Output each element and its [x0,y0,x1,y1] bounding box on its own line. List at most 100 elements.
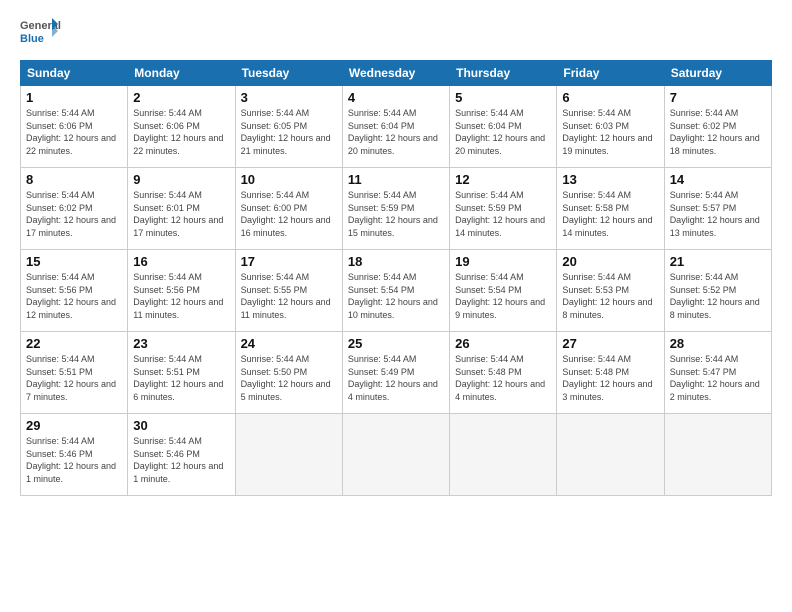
day-number: 16 [133,254,229,269]
col-header-saturday: Saturday [664,61,771,86]
day-number: 22 [26,336,122,351]
day-number: 28 [670,336,766,351]
day-info: Sunrise: 5:44 AMSunset: 5:59 PMDaylight:… [348,189,444,239]
day-number: 11 [348,172,444,187]
day-number: 25 [348,336,444,351]
calendar-cell [342,414,449,496]
day-number: 17 [241,254,337,269]
day-number: 21 [670,254,766,269]
calendar-cell: 13 Sunrise: 5:44 AMSunset: 5:58 PMDayligh… [557,168,664,250]
day-info: Sunrise: 5:44 AMSunset: 5:56 PMDaylight:… [26,271,122,321]
day-info: Sunrise: 5:44 AMSunset: 5:54 PMDaylight:… [348,271,444,321]
day-info: Sunrise: 5:44 AMSunset: 6:04 PMDaylight:… [348,107,444,157]
day-number: 6 [562,90,658,105]
calendar-cell: 20 Sunrise: 5:44 AMSunset: 5:53 PMDayligh… [557,250,664,332]
header: General Blue [20,16,772,50]
week-row-3: 22 Sunrise: 5:44 AMSunset: 5:51 PMDayligh… [21,332,772,414]
day-info: Sunrise: 5:44 AMSunset: 5:53 PMDaylight:… [562,271,658,321]
calendar-cell: 22 Sunrise: 5:44 AMSunset: 5:51 PMDayligh… [21,332,128,414]
day-number: 23 [133,336,229,351]
calendar-cell [450,414,557,496]
col-header-sunday: Sunday [21,61,128,86]
day-info: Sunrise: 5:44 AMSunset: 6:06 PMDaylight:… [26,107,122,157]
calendar-cell: 30Sunrise: 5:44 AMSunset: 5:46 PMDayligh… [128,414,235,496]
calendar-cell: 10 Sunrise: 5:44 AMSunset: 6:00 PMDayligh… [235,168,342,250]
logo-icon: General Blue [20,16,62,50]
day-number: 10 [241,172,337,187]
calendar-cell: 4 Sunrise: 5:44 AMSunset: 6:04 PMDaylight… [342,86,449,168]
day-number: 19 [455,254,551,269]
calendar-cell: 25 Sunrise: 5:44 AMSunset: 5:49 PMDayligh… [342,332,449,414]
day-number: 24 [241,336,337,351]
day-number: 18 [348,254,444,269]
day-info: Sunrise: 5:44 AMSunset: 5:51 PMDaylight:… [133,353,229,403]
calendar-cell: 24 Sunrise: 5:44 AMSunset: 5:50 PMDayligh… [235,332,342,414]
calendar-cell: 3 Sunrise: 5:44 AMSunset: 6:05 PMDaylight… [235,86,342,168]
calendar-cell: 1 Sunrise: 5:44 AMSunset: 6:06 PMDaylight… [21,86,128,168]
calendar: SundayMondayTuesdayWednesdayThursdayFrid… [20,60,772,496]
day-info: Sunrise: 5:44 AMSunset: 6:01 PMDaylight:… [133,189,229,239]
day-number: 13 [562,172,658,187]
day-info: Sunrise: 5:44 AMSunset: 5:52 PMDaylight:… [670,271,766,321]
calendar-cell [557,414,664,496]
day-info: Sunrise: 5:44 AMSunset: 6:03 PMDaylight:… [562,107,658,157]
day-number: 3 [241,90,337,105]
day-number: 15 [26,254,122,269]
calendar-cell [664,414,771,496]
day-info: Sunrise: 5:44 AMSunset: 5:51 PMDaylight:… [26,353,122,403]
day-info: Sunrise: 5:44 AMSunset: 6:06 PMDaylight:… [133,107,229,157]
day-number: 8 [26,172,122,187]
day-info: Sunrise: 5:44 AMSunset: 5:59 PMDaylight:… [455,189,551,239]
day-info: Sunrise: 5:44 AMSunset: 6:02 PMDaylight:… [26,189,122,239]
col-header-friday: Friday [557,61,664,86]
day-info: Sunrise: 5:44 AMSunset: 6:02 PMDaylight:… [670,107,766,157]
col-header-monday: Monday [128,61,235,86]
day-number: 4 [348,90,444,105]
day-info: Sunrise: 5:44 AMSunset: 5:55 PMDaylight:… [241,271,337,321]
day-number: 27 [562,336,658,351]
calendar-cell: 21 Sunrise: 5:44 AMSunset: 5:52 PMDayligh… [664,250,771,332]
calendar-cell: 9 Sunrise: 5:44 AMSunset: 6:01 PMDaylight… [128,168,235,250]
calendar-cell: 26Sunrise: 5:44 AMSunset: 5:48 PMDayligh… [450,332,557,414]
col-header-thursday: Thursday [450,61,557,86]
week-row-1: 8 Sunrise: 5:44 AMSunset: 6:02 PMDaylight… [21,168,772,250]
calendar-cell: 27Sunrise: 5:44 AMSunset: 5:48 PMDayligh… [557,332,664,414]
day-info: Sunrise: 5:44 AMSunset: 6:00 PMDaylight:… [241,189,337,239]
calendar-cell: 7 Sunrise: 5:44 AMSunset: 6:02 PMDaylight… [664,86,771,168]
day-number: 20 [562,254,658,269]
day-number: 1 [26,90,122,105]
calendar-cell: 6 Sunrise: 5:44 AMSunset: 6:03 PMDaylight… [557,86,664,168]
day-info: Sunrise: 5:44 AMSunset: 6:04 PMDaylight:… [455,107,551,157]
day-number: 29 [26,418,122,433]
calendar-cell: 5Sunrise: 5:44 AMSunset: 6:04 PMDaylight… [450,86,557,168]
calendar-cell: 16 Sunrise: 5:44 AMSunset: 5:56 PMDayligh… [128,250,235,332]
day-info: Sunrise: 5:44 AMSunset: 5:56 PMDaylight:… [133,271,229,321]
day-info: Sunrise: 5:44 AMSunset: 5:49 PMDaylight:… [348,353,444,403]
calendar-cell: 11 Sunrise: 5:44 AMSunset: 5:59 PMDayligh… [342,168,449,250]
calendar-cell: 18 Sunrise: 5:44 AMSunset: 5:54 PMDayligh… [342,250,449,332]
day-info: Sunrise: 5:44 AMSunset: 5:48 PMDaylight:… [455,353,551,403]
day-info: Sunrise: 5:44 AMSunset: 6:05 PMDaylight:… [241,107,337,157]
day-info: Sunrise: 5:44 AMSunset: 5:54 PMDaylight:… [455,271,551,321]
day-info: Sunrise: 5:44 AMSunset: 5:46 PMDaylight:… [26,435,122,485]
week-row-4: 29 Sunrise: 5:44 AMSunset: 5:46 PMDayligh… [21,414,772,496]
day-info: Sunrise: 5:44 AMSunset: 5:58 PMDaylight:… [562,189,658,239]
calendar-cell: 17 Sunrise: 5:44 AMSunset: 5:55 PMDayligh… [235,250,342,332]
calendar-cell: 12 Sunrise: 5:44 AMSunset: 5:59 PMDayligh… [450,168,557,250]
week-row-2: 15 Sunrise: 5:44 AMSunset: 5:56 PMDayligh… [21,250,772,332]
day-number: 12 [455,172,551,187]
page: General Blue SundayMondayTuesdayWednesda… [0,0,792,612]
day-number: 30 [133,418,229,433]
day-info: Sunrise: 5:44 AMSunset: 5:57 PMDaylight:… [670,189,766,239]
svg-text:Blue: Blue [20,33,44,45]
calendar-cell: 23 Sunrise: 5:44 AMSunset: 5:51 PMDayligh… [128,332,235,414]
calendar-cell: 8 Sunrise: 5:44 AMSunset: 6:02 PMDaylight… [21,168,128,250]
week-row-0: 1 Sunrise: 5:44 AMSunset: 6:06 PMDaylight… [21,86,772,168]
calendar-cell: 14Sunrise: 5:44 AMSunset: 5:57 PMDayligh… [664,168,771,250]
calendar-header-row: SundayMondayTuesdayWednesdayThursdayFrid… [21,61,772,86]
day-number: 7 [670,90,766,105]
day-number: 9 [133,172,229,187]
calendar-cell: 28Sunrise: 5:44 AMSunset: 5:47 PMDayligh… [664,332,771,414]
day-info: Sunrise: 5:44 AMSunset: 5:50 PMDaylight:… [241,353,337,403]
calendar-cell: 15 Sunrise: 5:44 AMSunset: 5:56 PMDayligh… [21,250,128,332]
